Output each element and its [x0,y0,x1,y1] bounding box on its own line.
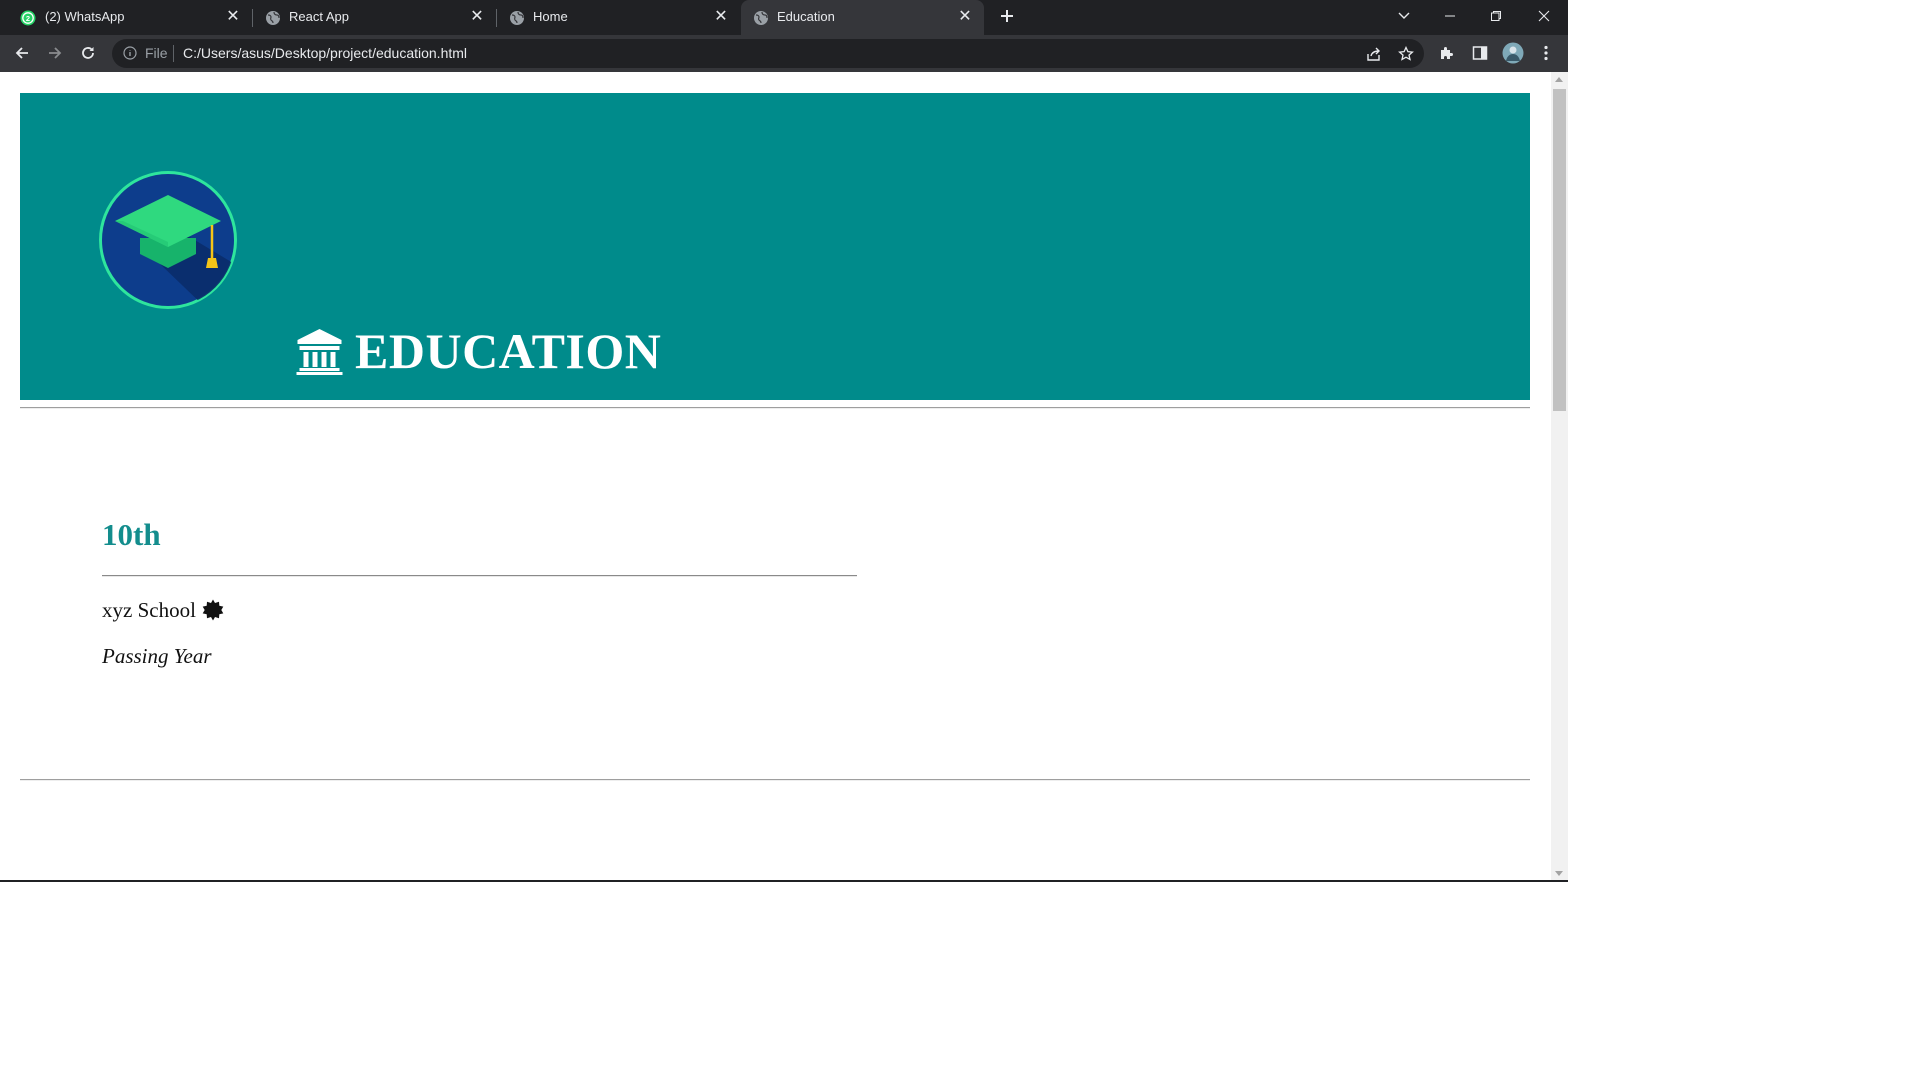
page-viewport: EDUCATION 10th xyz School Passing Year [0,72,1551,880]
tab-react-app[interactable]: React App ✕ [253,0,496,35]
address-separator [173,45,174,62]
close-icon [1538,10,1550,22]
tab-education[interactable]: Education ✕ [741,0,984,35]
window-bottom-edge [0,880,1568,882]
restore-button[interactable] [1473,0,1519,32]
minimize-button[interactable] [1427,0,1473,32]
tab-search-button[interactable] [1381,0,1427,32]
divider [20,407,1530,409]
close-tab-icon[interactable]: ✕ [956,8,974,26]
school-name-row: xyz School [102,597,224,623]
puzzle-icon [1441,47,1453,59]
browser-toolbar: File C:/Users/asus/Desktop/project/educa… [0,35,1568,72]
tab-whatsapp[interactable]: 2 (2) WhatsApp ✕ [0,0,252,35]
graduation-cap-icon [99,171,237,309]
scrollbar-thumb[interactable] [1553,89,1566,411]
address-scheme: File [145,45,168,61]
globe-icon [754,11,768,25]
tab-title: Home [533,9,568,24]
close-tab-icon[interactable]: ✕ [712,8,730,26]
globe-icon [266,11,280,25]
globe-icon [510,11,524,25]
tab-home[interactable]: Home ✕ [497,0,740,35]
scroll-up-arrow-icon[interactable] [1555,77,1563,82]
browser-tab-strip: 2 (2) WhatsApp ✕ React App ✕ Home ✕ Educ… [0,0,1568,35]
bookmark-button[interactable] [1396,44,1416,64]
tab-title: (2) WhatsApp [45,9,125,24]
banner-heading: EDUCATION [295,323,662,379]
divider [20,779,1530,781]
profile-button[interactable] [1502,42,1524,64]
star-icon [1398,46,1414,61]
restore-icon [1491,11,1501,21]
close-tab-icon[interactable]: ✕ [468,8,486,26]
side-panel-button[interactable] [1469,42,1491,64]
avatar [1502,42,1524,64]
side-panel-icon [1472,46,1488,60]
tab-title: Education [777,9,835,24]
passing-year-label: Passing Year [102,644,212,668]
share-button[interactable] [1364,44,1384,64]
chevron-down-icon [1398,12,1410,19]
arrow-right-icon [49,47,62,59]
plus-icon [1001,10,1013,22]
address-bar[interactable]: File C:/Users/asus/Desktop/project/educa… [112,39,1424,68]
banner: EDUCATION [20,93,1530,400]
reload-icon [82,47,94,59]
svg-text:2: 2 [26,14,30,23]
back-button[interactable] [10,41,34,65]
minimize-icon [1445,15,1455,17]
scroll-down-arrow-icon[interactable] [1555,871,1563,876]
more-vert-icon [1544,45,1548,61]
address-url[interactable]: C:/Users/asus/Desktop/project/education.… [183,45,467,61]
extensions-button[interactable] [1436,42,1458,64]
info-icon[interactable] [123,46,137,60]
share-icon [1367,47,1380,61]
reload-button[interactable] [76,41,100,65]
close-window-button[interactable] [1521,0,1567,32]
banner-title: EDUCATION [355,323,662,379]
arrow-left-icon [15,47,28,59]
education-level-heading: 10th [102,517,161,552]
close-tab-icon[interactable]: ✕ [224,8,242,26]
vertical-scrollbar[interactable] [1551,72,1568,880]
tab-title: React App [289,9,349,24]
whatsapp-icon: 2 [20,10,36,26]
forward-button[interactable] [43,41,67,65]
badge-icon [202,599,224,621]
institution-icon [296,329,343,375]
menu-button[interactable] [1535,42,1557,64]
school-name: xyz School [102,597,196,622]
new-tab-button[interactable] [996,6,1018,28]
section-divider [102,575,857,577]
